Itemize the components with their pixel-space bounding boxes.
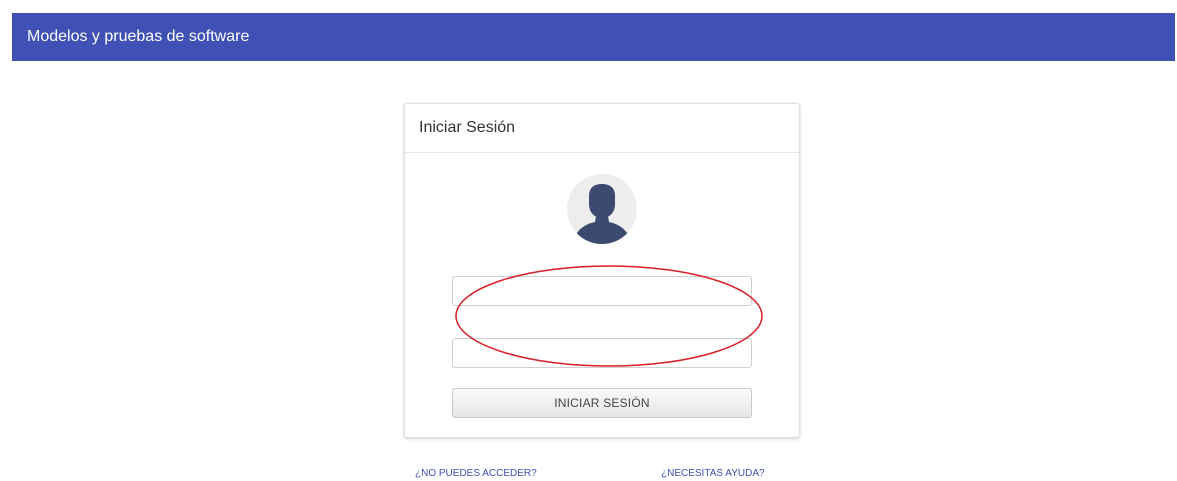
app-title: Modelos y pruebas de software <box>27 28 250 45</box>
login-card: Iniciar Sesión INICIAR SESIÓN <box>404 103 800 438</box>
password-input[interactable] <box>452 338 752 368</box>
username-input[interactable] <box>452 276 752 306</box>
login-card-header: Iniciar Sesión <box>405 104 799 153</box>
login-page: Modelos y pruebas de software Iniciar Se… <box>0 0 1177 481</box>
top-navbar: Modelos y pruebas de software <box>12 13 1175 61</box>
login-card-title: Iniciar Sesión <box>419 119 516 136</box>
user-silhouette-icon <box>567 174 637 244</box>
need-help-link[interactable]: ¿NECESITAS AYUDA? <box>661 468 765 479</box>
login-button[interactable]: INICIAR SESIÓN <box>452 388 752 418</box>
cant-access-link[interactable]: ¿NO PUEDES ACCEDER? <box>415 468 537 479</box>
